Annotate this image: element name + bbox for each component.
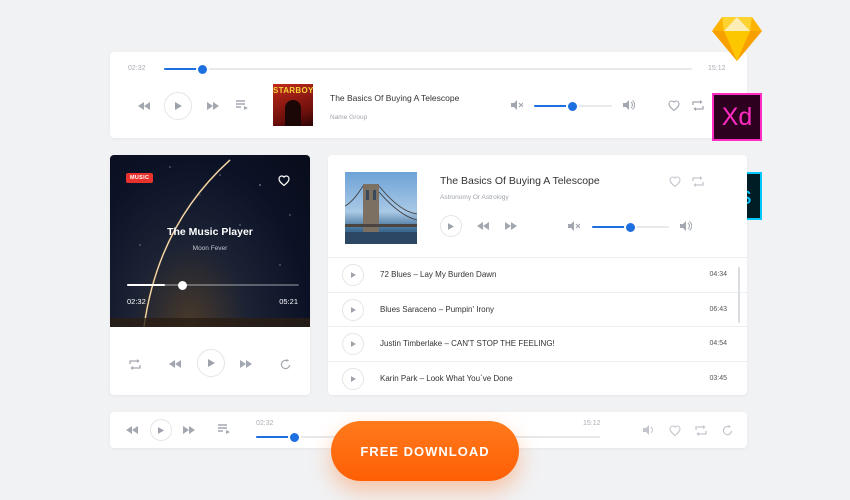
free-download-button[interactable]: FREE DOWNLOAD xyxy=(331,421,519,481)
track-title: 72 Blues – Lay My Burden Dawn xyxy=(380,270,497,279)
track-title: Karin Park – Look What You`ve Done xyxy=(380,374,513,383)
track-play-button[interactable] xyxy=(342,332,364,355)
heart-icon[interactable] xyxy=(668,423,682,437)
heart-icon[interactable] xyxy=(277,174,291,187)
card-time-elapsed: 02:32 xyxy=(127,297,146,306)
previous-icon[interactable] xyxy=(137,100,151,112)
play-icon xyxy=(174,102,182,110)
previous-icon[interactable] xyxy=(125,424,139,436)
repeat-icon[interactable] xyxy=(694,423,708,437)
cover-image: MUSIC The Music Player Moon Fever 02:32 … xyxy=(110,155,310,327)
playlist-icon[interactable] xyxy=(217,423,231,435)
heart-icon[interactable] xyxy=(667,98,681,112)
previous-icon[interactable] xyxy=(476,220,490,232)
track-row[interactable]: Blues Saraceno – Pumpin' Irony 06:43 xyxy=(328,292,747,326)
repeat-icon[interactable] xyxy=(691,174,705,188)
play-icon xyxy=(350,306,356,313)
play-icon xyxy=(350,271,356,278)
play-icon xyxy=(158,426,164,434)
top-player: 02:32 15:12 STARBOY The Basics Of Buying… xyxy=(110,52,747,138)
volume-icon[interactable] xyxy=(622,99,636,111)
next-icon[interactable] xyxy=(239,358,253,370)
time-elapsed: 02:32 xyxy=(256,420,274,427)
play-icon xyxy=(350,340,356,347)
play-button[interactable] xyxy=(150,419,172,441)
next-icon[interactable] xyxy=(206,100,220,112)
playlist-title: The Basics Of Buying A Telescope xyxy=(440,175,600,187)
time-total: 15:12 xyxy=(708,65,726,72)
progress-knob[interactable] xyxy=(290,432,299,442)
volume-slider[interactable] xyxy=(534,101,612,111)
playlist-player: The Basics Of Buying A Telescope Astrono… xyxy=(328,155,747,395)
play-button[interactable] xyxy=(197,349,225,377)
playlist-icon[interactable] xyxy=(235,99,249,111)
volume-knob[interactable] xyxy=(568,101,577,111)
mute-icon[interactable] xyxy=(567,220,581,232)
card-time-total: 05:21 xyxy=(279,297,298,306)
play-icon xyxy=(448,222,454,230)
scrollbar[interactable] xyxy=(738,267,740,323)
play-button[interactable] xyxy=(440,215,462,237)
bridge-album-art xyxy=(345,172,417,244)
heart-icon[interactable] xyxy=(668,174,682,188)
volume-knob[interactable] xyxy=(626,222,635,232)
play-button[interactable] xyxy=(164,92,192,120)
track-row[interactable]: Karin Park – Look What You`ve Done 03:45 xyxy=(328,361,747,395)
track-subtitle: Name Group xyxy=(330,114,368,121)
adobe-xd-label: Xd xyxy=(721,102,753,131)
track-title: Blues Saraceno – Pumpin' Irony xyxy=(380,305,495,314)
volume-icon[interactable] xyxy=(642,424,656,436)
track-play-button[interactable] xyxy=(342,298,364,321)
track-play-button[interactable] xyxy=(342,367,364,390)
refresh-icon[interactable] xyxy=(720,423,734,437)
volume-slider[interactable] xyxy=(592,222,669,232)
track-row[interactable]: 72 Blues – Lay My Burden Dawn 04:34 xyxy=(328,257,747,291)
track-duration: 06:43 xyxy=(709,306,727,313)
playlist-subtitle: Astronomy Or Astrology xyxy=(440,194,509,201)
play-icon xyxy=(207,359,215,367)
repeat-icon[interactable] xyxy=(691,98,705,112)
card-progress-knob[interactable] xyxy=(178,280,187,290)
time-total: 15:12 xyxy=(583,420,601,427)
next-icon[interactable] xyxy=(504,220,518,232)
next-icon[interactable] xyxy=(182,424,196,436)
track-duration: 03:45 xyxy=(709,375,727,382)
track-title: Justin Timberlake – CAN'T STOP THE FEELI… xyxy=(380,339,555,348)
play-icon xyxy=(350,375,356,382)
refresh-icon[interactable] xyxy=(278,357,292,371)
card-title: The Music Player xyxy=(167,226,253,238)
music-badge: MUSIC xyxy=(126,173,154,183)
repeat-icon[interactable] xyxy=(128,357,142,371)
previous-icon[interactable] xyxy=(168,358,182,370)
album-art-text: STARBOY xyxy=(273,86,313,95)
card-subtitle: Moon Fever xyxy=(192,245,228,252)
free-download-label: FREE DOWNLOAD xyxy=(360,443,490,459)
album-art: STARBOY xyxy=(273,84,313,126)
track-title: The Basics Of Buying A Telescope xyxy=(330,93,460,103)
card-player: MUSIC The Music Player Moon Fever 02:32 … xyxy=(110,155,310,395)
track-duration: 04:54 xyxy=(709,340,727,347)
track-duration: 04:34 xyxy=(709,271,727,278)
track-row[interactable]: Justin Timberlake – CAN'T STOP THE FEELI… xyxy=(328,326,747,360)
progress-bar[interactable] xyxy=(164,64,692,74)
adobe-xd-icon: Xd xyxy=(712,93,762,141)
sketch-diamond-icon xyxy=(712,15,762,61)
track-play-button[interactable] xyxy=(342,263,364,286)
time-elapsed: 02:32 xyxy=(128,65,146,72)
volume-icon[interactable] xyxy=(679,220,693,232)
mute-icon[interactable] xyxy=(510,99,524,111)
progress-knob[interactable] xyxy=(198,64,207,74)
card-progress-bar[interactable] xyxy=(127,280,299,290)
